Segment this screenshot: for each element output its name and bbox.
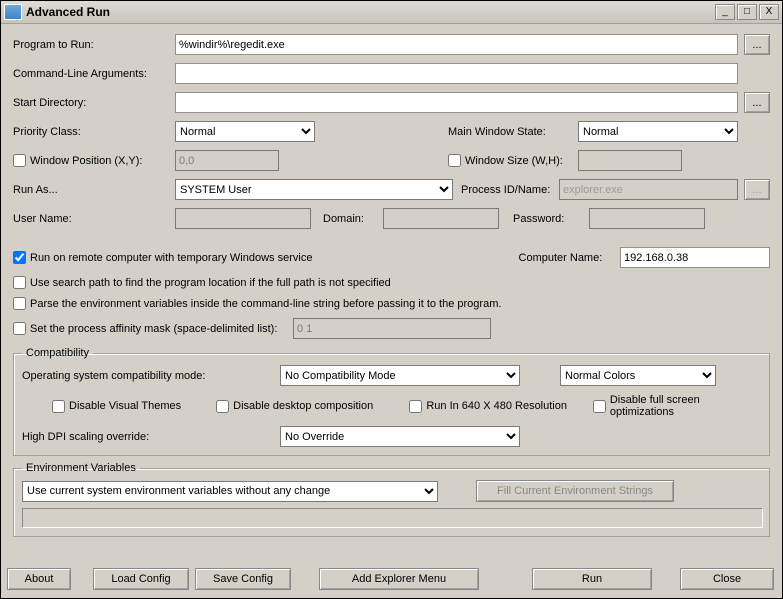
add-explorer-menu-button[interactable]: Add Explorer Menu	[319, 568, 479, 590]
searchpath-label: Use search path to find the program loca…	[30, 277, 391, 289]
run640-label: Run In 640 X 480 Resolution	[426, 400, 567, 412]
password-label: Password:	[513, 213, 589, 225]
load-config-button[interactable]: Load Config	[93, 568, 189, 590]
startdir-label: Start Directory:	[13, 97, 175, 109]
osmode-label: Operating system compatibility mode:	[22, 370, 280, 382]
close-window-button[interactable]: X	[759, 4, 779, 20]
disable-fso-checkbox[interactable]	[593, 400, 606, 413]
procid-input[interactable]	[559, 179, 738, 200]
winsize-label: Window Size (W,H):	[465, 155, 563, 167]
env-legend: Environment Variables	[22, 462, 140, 474]
colors-select[interactable]: Normal Colors	[560, 365, 716, 386]
osmode-select[interactable]: No Compatibility Mode	[280, 365, 520, 386]
priority-label: Priority Class:	[13, 126, 175, 138]
procid-label: Process ID/Name:	[461, 184, 559, 196]
startdir-input[interactable]	[175, 92, 738, 113]
save-config-button[interactable]: Save Config	[195, 568, 291, 590]
disable-dwm-label: Disable desktop composition	[233, 400, 373, 412]
disable-themes-label: Disable Visual Themes	[69, 400, 181, 412]
disable-fso-label: Disable full screen optimizations	[610, 394, 761, 418]
maximize-button[interactable]: □	[737, 4, 757, 20]
compat-group: Compatibility Operating system compatibi…	[13, 347, 770, 456]
disable-themes-checkbox[interactable]	[52, 400, 65, 413]
run-button[interactable]: Run	[532, 568, 652, 590]
minimize-button[interactable]: _	[715, 4, 735, 20]
user-label: User Name:	[13, 213, 175, 225]
program-browse-button[interactable]: ...	[744, 34, 770, 55]
runas-label: Run As...	[13, 184, 175, 196]
domain-input[interactable]	[383, 208, 499, 229]
window-title: Advanced Run	[26, 5, 110, 19]
domain-label: Domain:	[323, 213, 383, 225]
compat-legend: Compatibility	[22, 347, 93, 359]
priority-select[interactable]: Normal	[175, 121, 315, 142]
mainwin-select[interactable]: Normal	[578, 121, 738, 142]
buttons-bar: About Load Config Save Config Add Explor…	[1, 564, 782, 598]
user-input[interactable]	[175, 208, 311, 229]
searchpath-checkbox[interactable]	[13, 276, 26, 289]
parseenv-checkbox[interactable]	[13, 297, 26, 310]
parseenv-label: Parse the environment variables inside t…	[30, 298, 501, 310]
compname-label: Computer Name:	[519, 252, 620, 264]
compname-input[interactable]	[620, 247, 770, 268]
procid-browse-button[interactable]: ...	[744, 179, 770, 200]
affinity-input[interactable]	[293, 318, 491, 339]
winpos-input[interactable]	[175, 150, 279, 171]
fillenv-button[interactable]: Fill Current Environment Strings	[476, 480, 674, 502]
titlebar: Advanced Run _ □ X	[1, 1, 782, 24]
password-input[interactable]	[589, 208, 705, 229]
close-button[interactable]: Close	[680, 568, 774, 590]
env-group: Environment Variables Use current system…	[13, 462, 770, 537]
runas-select[interactable]: SYSTEM User	[175, 179, 453, 200]
startdir-browse-button[interactable]: ...	[744, 92, 770, 113]
remote-checkbox[interactable]	[13, 251, 26, 264]
winsize-checkbox[interactable]	[448, 154, 461, 167]
dpi-select[interactable]: No Override	[280, 426, 520, 447]
app-icon	[4, 4, 22, 20]
affinity-label: Set the process affinity mask (space-del…	[30, 323, 277, 335]
env-textarea[interactable]	[22, 508, 763, 528]
affinity-checkbox[interactable]	[13, 322, 26, 335]
dpi-label: High DPI scaling override:	[22, 431, 280, 443]
winsize-input[interactable]	[578, 150, 682, 171]
run640-checkbox[interactable]	[409, 400, 422, 413]
env-select[interactable]: Use current system environment variables…	[22, 481, 438, 502]
remote-label: Run on remote computer with temporary Wi…	[30, 252, 312, 264]
program-label: Program to Run:	[13, 39, 175, 51]
about-button[interactable]: About	[7, 568, 71, 590]
args-label: Command-Line Arguments:	[13, 68, 175, 80]
window: Advanced Run _ □ X Program to Run: ... C…	[0, 0, 783, 599]
content-area: Program to Run: ... Command-Line Argumen…	[1, 24, 782, 564]
winpos-label: Window Position (X,Y):	[30, 155, 142, 167]
disable-dwm-checkbox[interactable]	[216, 400, 229, 413]
args-input[interactable]	[175, 63, 738, 84]
winpos-checkbox[interactable]	[13, 154, 26, 167]
program-input[interactable]	[175, 34, 738, 55]
mainwin-label: Main Window State:	[448, 126, 578, 138]
